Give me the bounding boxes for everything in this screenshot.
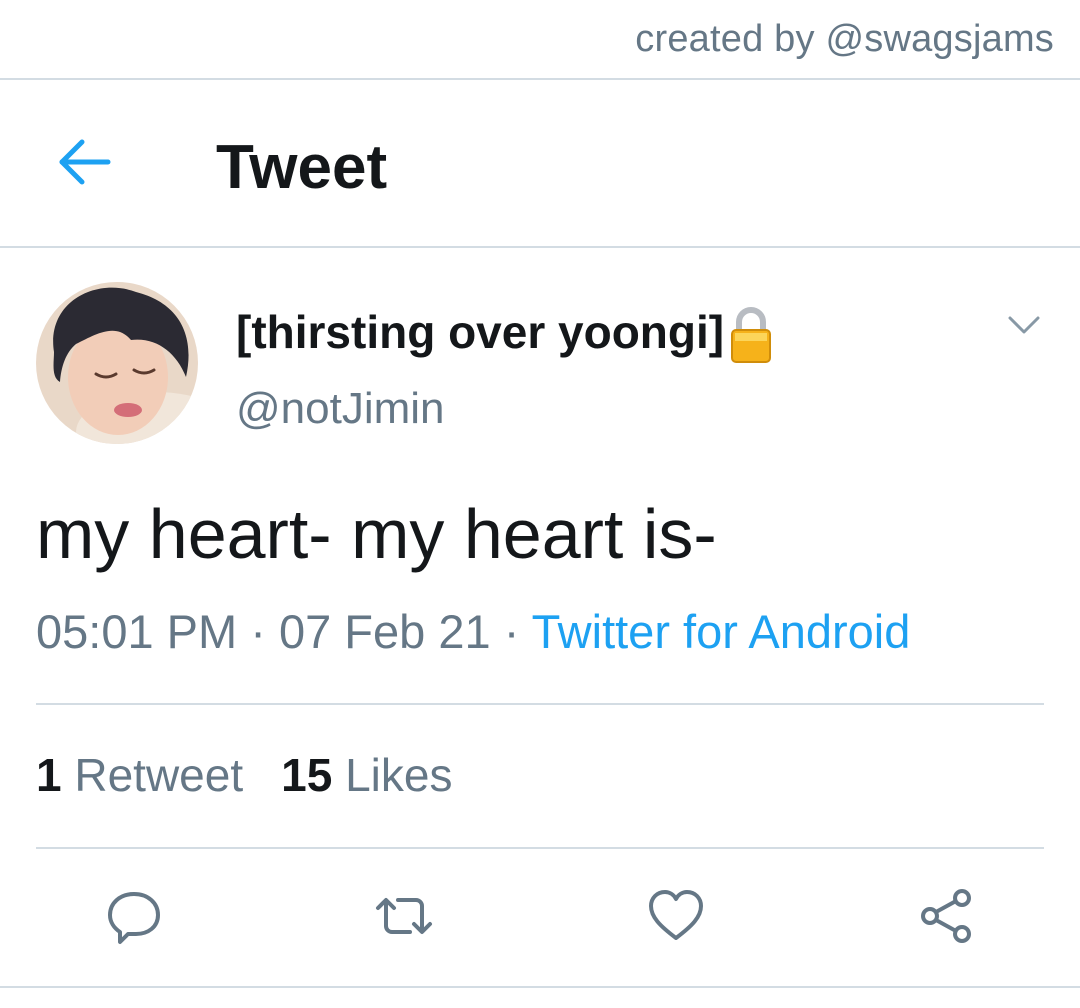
- credit-text: created by @swagsjams: [635, 18, 1054, 60]
- reply-icon: [108, 892, 160, 944]
- more-options-button[interactable]: [1004, 310, 1044, 340]
- retweet-icon: [376, 898, 432, 934]
- avatar-image: [36, 282, 198, 444]
- tweet-time: 05:01 PM: [36, 605, 238, 658]
- tweet-stats: 1 Retweet 15 Likes: [36, 748, 452, 802]
- avatar[interactable]: [36, 282, 198, 444]
- retweet-button[interactable]: [374, 886, 434, 946]
- tweet-date: 07 Feb 21: [278, 605, 491, 658]
- share-icon: [921, 889, 971, 943]
- page-title: Tweet: [216, 133, 388, 202]
- divider: [0, 986, 1080, 988]
- reply-button[interactable]: [104, 886, 164, 946]
- tweet-meta: 05:01 PM · 07 Feb 21 · Twitter for Andro…: [36, 604, 910, 659]
- retweets-count: 1: [36, 749, 62, 801]
- likes-label: Likes: [345, 749, 453, 801]
- likes-count: 15: [281, 749, 333, 801]
- retweets-stat[interactable]: 1 Retweet: [36, 749, 243, 801]
- header: Tweet: [0, 80, 1080, 246]
- chevron-down-icon: [1008, 316, 1040, 334]
- like-button[interactable]: [646, 886, 706, 946]
- tweet-source-link[interactable]: Twitter for Android: [532, 605, 911, 658]
- share-button[interactable]: [916, 886, 976, 946]
- back-button[interactable]: [56, 136, 114, 188]
- user-handle[interactable]: @notJimin: [236, 384, 445, 434]
- likes-stat[interactable]: 15 Likes: [281, 749, 452, 801]
- arrow-left-icon: [59, 139, 111, 185]
- display-name-text: [thirsting over yoongi]: [236, 306, 725, 358]
- meta-separator: ·: [237, 605, 279, 658]
- divider: [36, 847, 1044, 849]
- retweets-label: Retweet: [74, 749, 244, 801]
- lock-icon: [730, 304, 772, 364]
- divider: [36, 703, 1044, 705]
- divider: [0, 246, 1080, 248]
- meta-separator: ·: [490, 605, 532, 658]
- tweet-text: my heart- my heart is-: [36, 495, 717, 573]
- display-name[interactable]: [thirsting over yoongi]: [236, 302, 772, 364]
- heart-icon: [649, 890, 703, 940]
